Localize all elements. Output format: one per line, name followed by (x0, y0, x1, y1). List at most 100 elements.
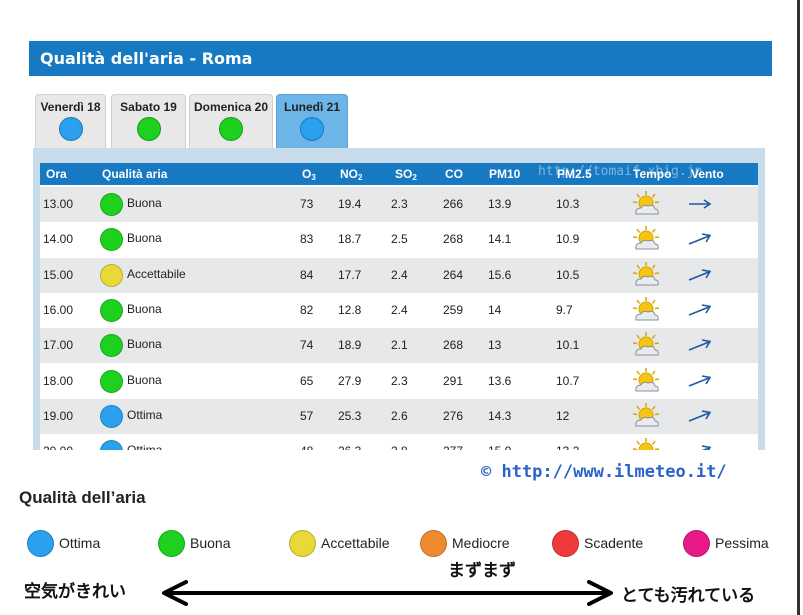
table-row: 13.00 Buona 73 19.4 2.3 266 13.9 10.3 (40, 187, 758, 222)
partly-cloudy-icon (631, 437, 661, 450)
cell-pm25: 12 (556, 408, 570, 423)
cell-qualita: Buona (127, 196, 162, 210)
cell-qualita: Ottima (127, 407, 163, 422)
legend-label: Buona (190, 535, 231, 551)
air-quality-table[interactable]: Ora Qualità aria O3 NO2 SO2 CO PM10 PM2.… (40, 163, 758, 450)
cell-o3: 57 (300, 408, 314, 423)
legend-label: Scadente (584, 535, 644, 551)
o3-text: O (302, 167, 312, 181)
legend-dot (683, 530, 710, 557)
legend-title: Qualità dell’aria (19, 488, 146, 507)
wind-arrow-icon (687, 268, 713, 285)
cell-pm10: 14 (488, 302, 502, 317)
cell-qualita: Buona (127, 337, 162, 352)
cell-pm10: 13.6 (488, 373, 512, 388)
legend-label: Pessima (715, 535, 769, 551)
double-arrow-icon (162, 580, 613, 606)
so2-text: SO (395, 167, 413, 181)
partly-cloudy-icon (631, 331, 661, 362)
legend-dot (420, 530, 447, 557)
cell-so2: 2.4 (391, 267, 408, 282)
forecast-panel: Ora Qualità aria O3 NO2 SO2 CO PM10 PM2.… (33, 148, 765, 450)
wind-arrow-icon (687, 197, 713, 214)
partly-cloudy-icon (631, 402, 661, 433)
table-row: 20.00 Ottima 48 26.3 2.8 277 15.0 13.2 (40, 434, 758, 450)
right-border (797, 0, 800, 615)
tab-label: Venerdì 18 (40, 100, 101, 114)
air-quality-dot (100, 298, 123, 322)
cell-no2: 26.3 (338, 434, 361, 450)
cell-pm25: 13.2 (556, 434, 579, 450)
annotation-right: とても汚れている (621, 586, 756, 606)
col-co: CO (445, 167, 463, 181)
partly-cloudy-icon (631, 190, 661, 221)
cell-qualita: Ottima (127, 434, 162, 450)
cell-so2: 2.6 (391, 408, 408, 423)
page-title: Qualità dell'aria - Roma (29, 41, 772, 76)
wind-arrow-icon (687, 338, 713, 355)
col-o3: O3 (302, 163, 316, 189)
table-row: 19.00 Ottima 57 25.3 2.6 276 14.3 12 (40, 398, 758, 434)
cell-o3: 48 (300, 434, 313, 450)
cell-pm25: 10.7 (556, 373, 580, 388)
table-row: 18.00 Buona 65 27.9 2.3 291 13.6 10.7 (40, 363, 758, 399)
cell-so2: 2.4 (391, 302, 408, 317)
cell-qualita: Buona (127, 231, 162, 246)
cell-ora: 17.00 (43, 338, 74, 353)
no2-sub: 2 (358, 173, 363, 182)
air-quality-dot (100, 193, 123, 216)
cell-ora: 15.00 (43, 267, 74, 282)
cell-qualita: Buona (127, 301, 162, 316)
cell-ora: 19.00 (43, 408, 74, 423)
cell-ora: 20.00 (43, 434, 73, 450)
annotation-middle: まずまず (448, 561, 516, 581)
tab-venerdi-18[interactable]: Venerdì 18 (35, 94, 106, 148)
cell-ora: 14.00 (43, 232, 74, 247)
legend-label: Mediocre (452, 535, 510, 551)
cell-no2: 19.4 (338, 197, 362, 211)
cell-qualita: Buona (127, 372, 162, 387)
air-quality-dot (219, 117, 243, 141)
cell-pm10: 15.6 (488, 267, 512, 282)
cell-no2: 17.7 (338, 267, 362, 282)
cell-so2: 2.1 (391, 338, 408, 353)
legend-label: Ottima (59, 535, 101, 551)
tab-sabato-19[interactable]: Sabato 19 (111, 94, 186, 148)
cell-pm10: 13.9 (488, 197, 512, 211)
so2-sub: 2 (412, 173, 417, 182)
air-quality-dot (100, 334, 123, 358)
table-row: 14.00 Buona 83 18.7 2.5 268 14.1 10.9 (40, 222, 758, 258)
cell-so2: 2.3 (391, 197, 408, 211)
wind-arrow-icon (687, 232, 713, 249)
cell-pm25: 9.7 (556, 302, 573, 317)
tab-lunedi-21[interactable]: Lunedì 21 (276, 94, 348, 150)
cell-co: 259 (443, 302, 464, 317)
col-so2: SO2 (395, 163, 417, 189)
tab-label: Lunedì 21 (283, 100, 340, 114)
cell-o3: 82 (300, 302, 314, 317)
legend-dot (289, 530, 316, 557)
cell-pm10: 14.3 (488, 408, 512, 423)
col-qualita: Qualità aria (102, 167, 168, 181)
copyright-link[interactable]: © http://www.ilmeteo.it/ (481, 462, 727, 482)
air-quality-dot (300, 117, 324, 141)
tab-label: Sabato 19 (120, 100, 177, 114)
annotation-left: 空気がきれい (24, 582, 126, 602)
cell-pm25: 10.5 (556, 267, 580, 282)
cell-ora: 16.00 (43, 302, 74, 317)
partly-cloudy-icon (631, 225, 661, 256)
tab-label: Domenica 20 (193, 100, 269, 114)
col-no2: NO2 (340, 163, 362, 189)
tab-domenica-20[interactable]: Domenica 20 (189, 94, 273, 148)
cell-pm25: 10.9 (556, 232, 580, 247)
partly-cloudy-icon (631, 367, 661, 398)
cell-no2: 25.3 (338, 408, 362, 423)
partly-cloudy-icon (631, 296, 661, 327)
cell-qualita: Accettabile (127, 266, 186, 281)
cell-so2: 2.8 (391, 434, 408, 450)
cell-no2: 12.8 (338, 302, 362, 317)
table-row: 16.00 Buona 82 12.8 2.4 259 14 9.7 (40, 292, 758, 328)
cell-co: 266 (443, 197, 464, 211)
table-row: 17.00 Buona 74 18.9 2.1 268 13 10.1 (40, 328, 758, 364)
cell-ora: 18.00 (43, 373, 74, 388)
